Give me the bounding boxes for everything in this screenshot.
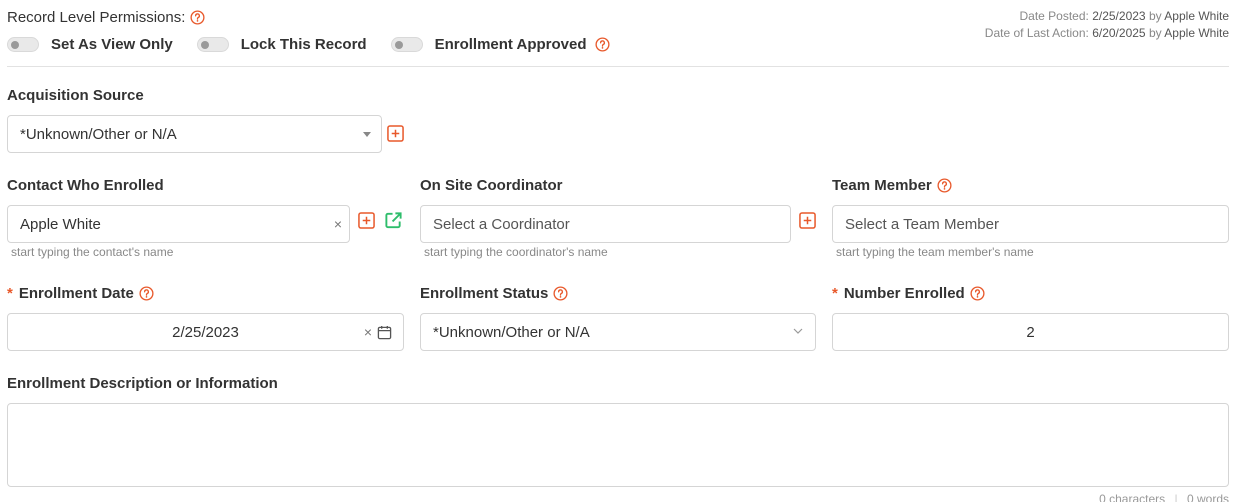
help-icon[interactable] bbox=[595, 37, 610, 52]
enrollment-date-label: * Enrollment Date bbox=[7, 285, 154, 302]
posted-by-name: Apple White bbox=[1164, 9, 1229, 23]
add-coordinator-icon[interactable] bbox=[799, 212, 816, 229]
team-member-label: Team Member bbox=[832, 177, 952, 194]
required-marker: * bbox=[7, 285, 13, 302]
record-meta: Date Posted: 2/25/2023 by Apple White Da… bbox=[985, 8, 1229, 42]
header-divider bbox=[7, 66, 1229, 67]
dropdown-caret-icon bbox=[363, 132, 371, 137]
open-contact-external-link-icon[interactable] bbox=[384, 211, 403, 230]
permission-toggles: Set As View Only Lock This Record Enroll… bbox=[7, 36, 634, 53]
number-enrolled-input[interactable]: 2 bbox=[832, 313, 1229, 351]
coordinator-label: On Site Coordinator bbox=[420, 177, 563, 194]
view-only-switch[interactable] bbox=[7, 37, 39, 52]
lock-record-label: Lock This Record bbox=[240, 36, 367, 53]
number-enrolled-label: * Number Enrolled bbox=[832, 285, 985, 302]
toggle-lock-record: Lock This Record bbox=[196, 36, 367, 53]
date-posted-value: 2/25/2023 bbox=[1092, 9, 1146, 23]
enrollment-approved-label: Enrollment Approved bbox=[434, 36, 587, 53]
coordinator-hint: start typing the coordinator's name bbox=[424, 245, 608, 259]
help-icon[interactable] bbox=[139, 286, 154, 301]
coordinator-input[interactable]: Select a Coordinator bbox=[420, 205, 791, 243]
toggle-view-only: Set As View Only bbox=[7, 36, 173, 53]
toggle-enrollment-approved: Enrollment Approved bbox=[390, 36, 610, 53]
enrollment-date-input[interactable]: 2/25/2023 × bbox=[7, 313, 404, 351]
enrollment-approved-switch[interactable] bbox=[390, 37, 423, 52]
add-acquisition-source-icon[interactable] bbox=[387, 125, 404, 142]
contact-enrolled-label: Contact Who Enrolled bbox=[7, 177, 164, 194]
acquisition-source-select[interactable]: *Unknown/Other or N/A bbox=[7, 115, 382, 153]
help-icon[interactable] bbox=[970, 286, 985, 301]
clear-contact-icon[interactable]: × bbox=[334, 216, 342, 232]
calendar-icon[interactable] bbox=[377, 325, 392, 340]
add-contact-icon[interactable] bbox=[358, 212, 375, 229]
team-member-hint: start typing the team member's name bbox=[836, 245, 1034, 259]
help-icon[interactable] bbox=[190, 10, 205, 25]
last-action-value: 6/20/2025 bbox=[1092, 26, 1146, 40]
help-icon[interactable] bbox=[553, 286, 568, 301]
team-member-input[interactable]: Select a Team Member bbox=[832, 205, 1229, 243]
contact-hint: start typing the contact's name bbox=[11, 245, 174, 259]
lock-record-switch[interactable] bbox=[196, 37, 229, 52]
chevron-down-icon bbox=[793, 326, 803, 336]
enrollment-status-label: Enrollment Status bbox=[420, 285, 568, 302]
clear-date-icon[interactable]: × bbox=[364, 324, 372, 340]
acquisition-source-label: Acquisition Source bbox=[7, 87, 144, 104]
description-textarea[interactable] bbox=[7, 403, 1229, 487]
view-only-label: Set As View Only bbox=[51, 36, 173, 53]
last-action-by-name: Apple White bbox=[1164, 26, 1229, 40]
date-posted-line: Date Posted: 2/25/2023 by Apple White bbox=[1019, 9, 1229, 23]
description-label: Enrollment Description or Information bbox=[7, 375, 278, 392]
last-action-line: Date of Last Action: 6/20/2025 by Apple … bbox=[984, 26, 1229, 40]
description-counter: 0 characters | 0 words bbox=[1099, 492, 1229, 502]
required-marker: * bbox=[832, 285, 838, 302]
help-icon[interactable] bbox=[937, 178, 952, 193]
enrollment-status-select[interactable]: *Unknown/Other or N/A bbox=[420, 313, 816, 351]
contact-enrolled-input[interactable]: Apple White × bbox=[7, 205, 350, 243]
record-permissions-label: Record Level Permissions: bbox=[7, 9, 205, 26]
